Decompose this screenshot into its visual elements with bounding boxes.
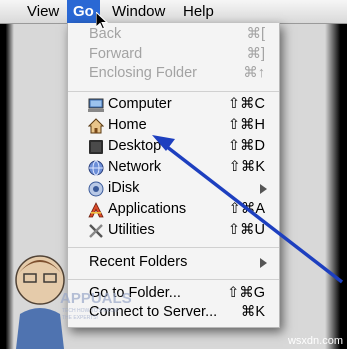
computer-icon bbox=[88, 98, 104, 112]
menu-separator bbox=[68, 91, 279, 92]
menu-go[interactable]: Go bbox=[67, 0, 100, 23]
menu-item-label: iDisk bbox=[108, 180, 140, 196]
menu-item-applications[interactable]: Applications ⇧⌘A bbox=[68, 199, 279, 220]
network-globe-icon bbox=[88, 160, 104, 176]
menu-bar: View Go Window Help bbox=[0, 0, 347, 24]
appuals-watermark-logo: APPUALS TECH HOW-TO'S FROM THE EXPERTS! bbox=[15, 255, 132, 349]
menu-item-idisk[interactable]: iDisk bbox=[68, 178, 279, 199]
menu-item-label: Network bbox=[108, 159, 162, 175]
menu-item-shortcut: ⌘[ bbox=[246, 26, 265, 42]
menu-item-forward: Forward ⌘] bbox=[68, 44, 279, 65]
menu-item-label: Enclosing Folder bbox=[89, 65, 197, 81]
menu-item-shortcut: ⇧⌘H bbox=[227, 117, 265, 133]
svg-text:APPUALS: APPUALS bbox=[60, 290, 132, 307]
applications-icon bbox=[88, 202, 104, 218]
menu-item-label: Utilities bbox=[108, 222, 155, 238]
menu-item-label: Forward bbox=[89, 46, 143, 62]
menu-item-shortcut: ⇧⌘D bbox=[227, 138, 265, 154]
menu-item-shortcut: ⇧⌘G bbox=[227, 285, 265, 301]
menu-item-shortcut: ⇧⌘A bbox=[228, 201, 265, 217]
site-credit: wsxdn.com bbox=[287, 335, 343, 347]
screenshot-stage: View Go Window Help Back ⌘[ Forward ⌘] E… bbox=[0, 0, 347, 349]
right-vignette bbox=[325, 0, 347, 349]
menu-item-network[interactable]: Network ⇧⌘K bbox=[68, 157, 279, 178]
menu-item-shortcut: ⌘↑ bbox=[243, 65, 265, 81]
desktop-icon bbox=[89, 140, 103, 154]
submenu-arrow-icon bbox=[260, 184, 267, 194]
utilities-icon bbox=[89, 224, 103, 238]
menu-item-label: Computer bbox=[108, 96, 172, 112]
menu-item-utilities[interactable]: Utilities ⇧⌘U bbox=[68, 220, 279, 241]
menu-item-computer[interactable]: Computer ⇧⌘C bbox=[68, 94, 279, 115]
menu-help[interactable]: Help bbox=[174, 0, 223, 23]
menu-item-label: Desktop bbox=[108, 138, 162, 154]
menu-item-shortcut: ⌘] bbox=[246, 46, 265, 62]
menu-item-shortcut: ⇧⌘C bbox=[227, 96, 265, 112]
svg-text:TECH HOW-TO'S FROM: TECH HOW-TO'S FROM bbox=[62, 308, 118, 314]
menu-item-enclosing-folder: Enclosing Folder ⌘↑ bbox=[68, 63, 279, 84]
menu-item-desktop[interactable]: Desktop ⇧⌘D bbox=[68, 136, 279, 157]
menu-item-label: Applications bbox=[108, 201, 187, 217]
menu-window[interactable]: Window bbox=[103, 0, 174, 23]
menu-view[interactable]: View bbox=[18, 0, 68, 23]
mouse-pointer-icon bbox=[96, 12, 108, 30]
menu-item-label: Home bbox=[108, 117, 147, 133]
idisk-icon bbox=[88, 181, 104, 197]
submenu-arrow-icon bbox=[260, 258, 267, 268]
menu-item-shortcut: ⇧⌘K bbox=[228, 159, 265, 175]
menu-item-shortcut: ⌘K bbox=[240, 304, 265, 320]
menu-item-shortcut: ⇧⌘U bbox=[227, 222, 265, 238]
home-icon bbox=[88, 118, 104, 134]
menu-item-home[interactable]: Home ⇧⌘H bbox=[68, 115, 279, 136]
svg-text:THE EXPERTS!: THE EXPERTS! bbox=[62, 315, 98, 321]
